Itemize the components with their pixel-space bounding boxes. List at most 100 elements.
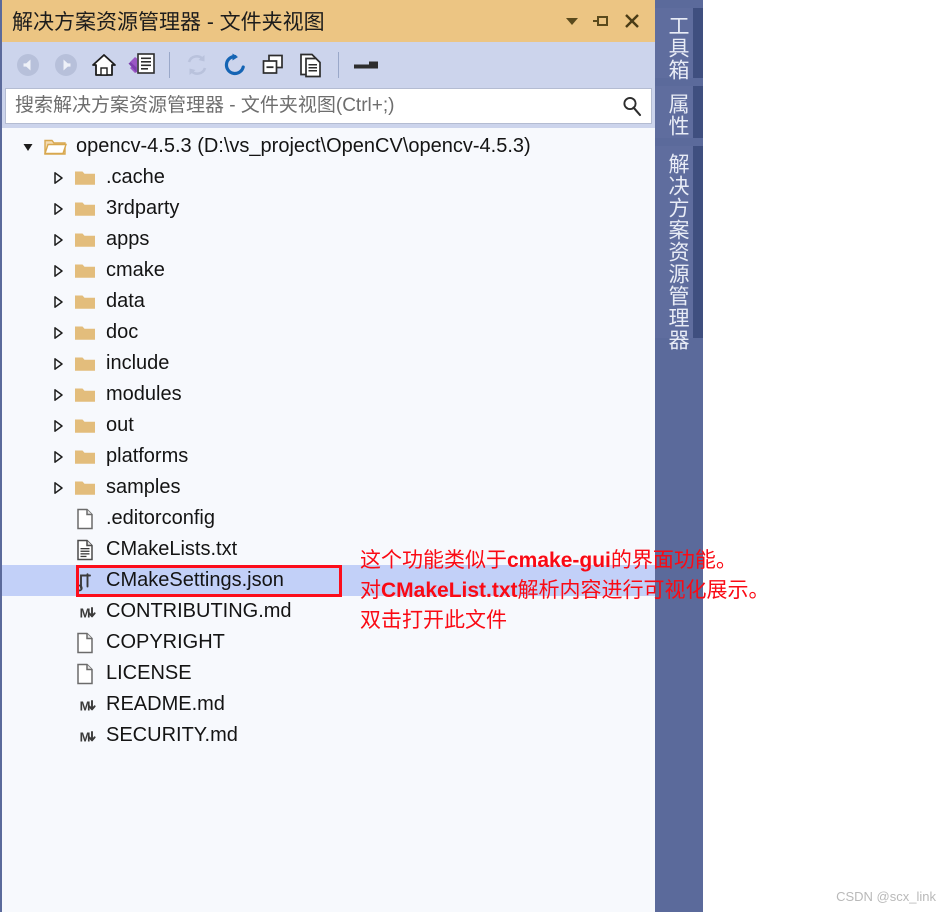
expand-toggle[interactable]	[46, 481, 70, 495]
tab-properties[interactable]: 属性	[655, 86, 703, 138]
tree-row[interactable]: M README.md	[2, 689, 655, 720]
tree-row-label: CMakeSettings.json	[106, 569, 284, 591]
sync-with-active-document-button[interactable]	[179, 46, 215, 84]
tab-label: 属性	[666, 93, 689, 137]
expand-toggle[interactable]	[46, 202, 70, 216]
tree-row-label: out	[106, 414, 134, 436]
folder-icon	[70, 259, 100, 283]
tree-row[interactable]: data	[2, 286, 655, 317]
expand-toggle[interactable]	[46, 295, 70, 309]
forward-button[interactable]	[48, 46, 84, 84]
tree-row[interactable]: doc	[2, 317, 655, 348]
tree-row[interactable]: CMakeLists.txt	[2, 534, 655, 565]
tree-row[interactable]: out	[2, 410, 655, 441]
tree-row[interactable]: apps	[2, 224, 655, 255]
markdown-file-icon: M	[70, 724, 100, 748]
tree-row[interactable]: samples	[2, 472, 655, 503]
close-button[interactable]	[617, 6, 647, 36]
expand-toggle[interactable]	[16, 140, 40, 154]
chevron-right-icon	[54, 202, 63, 215]
expand-toggle	[46, 667, 70, 681]
tree-row[interactable]: M CONTRIBUTING.md	[2, 596, 655, 627]
visual-studio-solution-icon	[128, 53, 155, 74]
tree-row[interactable]: 3rdparty	[2, 193, 655, 224]
expand-toggle[interactable]	[46, 357, 70, 371]
expand-toggle	[46, 512, 70, 526]
refresh-button[interactable]	[217, 46, 253, 84]
switch-view-button[interactable]	[124, 46, 160, 84]
back-button[interactable]	[10, 46, 46, 84]
expand-toggle[interactable]	[46, 264, 70, 278]
chevron-none-placeholder	[51, 729, 65, 743]
tree-row[interactable]: platforms	[2, 441, 655, 472]
expand-toggle[interactable]	[46, 388, 70, 402]
dropdown-menu-button[interactable]	[557, 6, 587, 36]
blank-file-icon	[70, 507, 100, 531]
expand-toggle[interactable]	[46, 233, 70, 247]
folder-tree-view[interactable]: opencv-4.5.3 (D:\vs_project\OpenCV\openc…	[2, 128, 655, 912]
folder-icon	[75, 326, 95, 340]
tree-row[interactable]: M SECURITY.md	[2, 720, 655, 751]
tree-row[interactable]: include	[2, 348, 655, 379]
folder-icon	[70, 414, 100, 438]
tree-row-label: .editorconfig	[106, 507, 215, 529]
chevron-none-placeholder	[51, 605, 65, 619]
tree-row-label: .cache	[106, 166, 165, 188]
chevron-right-icon	[54, 264, 63, 277]
expand-toggle[interactable]	[46, 326, 70, 340]
search-box[interactable]	[5, 88, 652, 124]
expand-toggle[interactable]	[46, 450, 70, 464]
tree-row[interactable]: cmake	[2, 255, 655, 286]
tree-row[interactable]: opencv-4.5.3 (D:\vs_project\OpenCV\openc…	[2, 131, 655, 162]
tree-row-label: include	[106, 352, 170, 374]
chevron-none-placeholder	[51, 512, 65, 526]
tab-solution-explorer[interactable]: 解决方案资源管理器	[655, 146, 703, 351]
tab-edge	[693, 86, 703, 138]
tree-row-label: CMakeLists.txt	[106, 538, 238, 560]
tab-edge	[693, 8, 703, 78]
tab-label: 解决方案资源管理器	[666, 153, 689, 351]
search-input[interactable]	[15, 95, 621, 117]
chevron-right-icon	[54, 233, 63, 246]
blank-file-icon	[77, 663, 93, 684]
expand-toggle[interactable]	[46, 419, 70, 433]
folder-icon	[70, 383, 100, 407]
search-icon[interactable]	[621, 94, 643, 118]
tree-row-label: SECURITY.md	[106, 724, 238, 746]
expand-toggle[interactable]	[46, 171, 70, 185]
search-area	[2, 88, 655, 128]
expand-toggle	[46, 729, 70, 743]
folder-icon	[70, 445, 100, 469]
tree-row[interactable]: modules	[2, 379, 655, 410]
json-file-icon	[70, 569, 100, 593]
folder-icon	[75, 171, 95, 185]
properties-button[interactable]	[348, 46, 384, 84]
folder-icon	[75, 357, 95, 371]
copy-pages-icon	[300, 53, 321, 78]
chevron-down-icon	[23, 143, 33, 151]
chevron-none-placeholder	[51, 698, 65, 712]
tree-row[interactable]: .editorconfig	[2, 503, 655, 534]
auto-hide-button[interactable]	[587, 6, 617, 36]
folder-icon	[70, 476, 100, 500]
blank-file-icon	[70, 662, 100, 686]
markdown-file-icon: M	[80, 729, 96, 744]
collapse-all-button[interactable]	[255, 46, 291, 84]
tree-row-selected[interactable]: CMakeSettings.json	[2, 565, 655, 597]
folder-icon	[75, 450, 95, 464]
tree-row-label: modules	[106, 383, 182, 405]
show-all-files-button[interactable]	[293, 46, 329, 84]
solution-explorer-tool-window: 解决方案资源管理器 - 文件夹视图 搜索解决方案资源管理器 - 文件夹视图(Ct…	[0, 0, 703, 912]
solution-explorer-panel: 解决方案资源管理器 - 文件夹视图 搜索解决方案资源管理器 - 文件夹视图(Ct…	[2, 0, 655, 912]
tree-row[interactable]: COPYRIGHT	[2, 627, 655, 658]
tree-row[interactable]: LICENSE	[2, 658, 655, 689]
solution-explorer-toolbar	[2, 42, 655, 88]
arrow-left-circle-icon	[17, 54, 39, 76]
chevron-none-placeholder	[51, 667, 65, 681]
tool-window-titlebar: 解决方案资源管理器 - 文件夹视图	[2, 0, 655, 42]
home-button[interactable]	[86, 46, 122, 84]
tree-row[interactable]: .cache	[2, 162, 655, 193]
folder-icon	[75, 419, 95, 433]
tab-toolbox[interactable]: 工具箱	[655, 8, 703, 81]
folder-icon	[75, 233, 95, 247]
